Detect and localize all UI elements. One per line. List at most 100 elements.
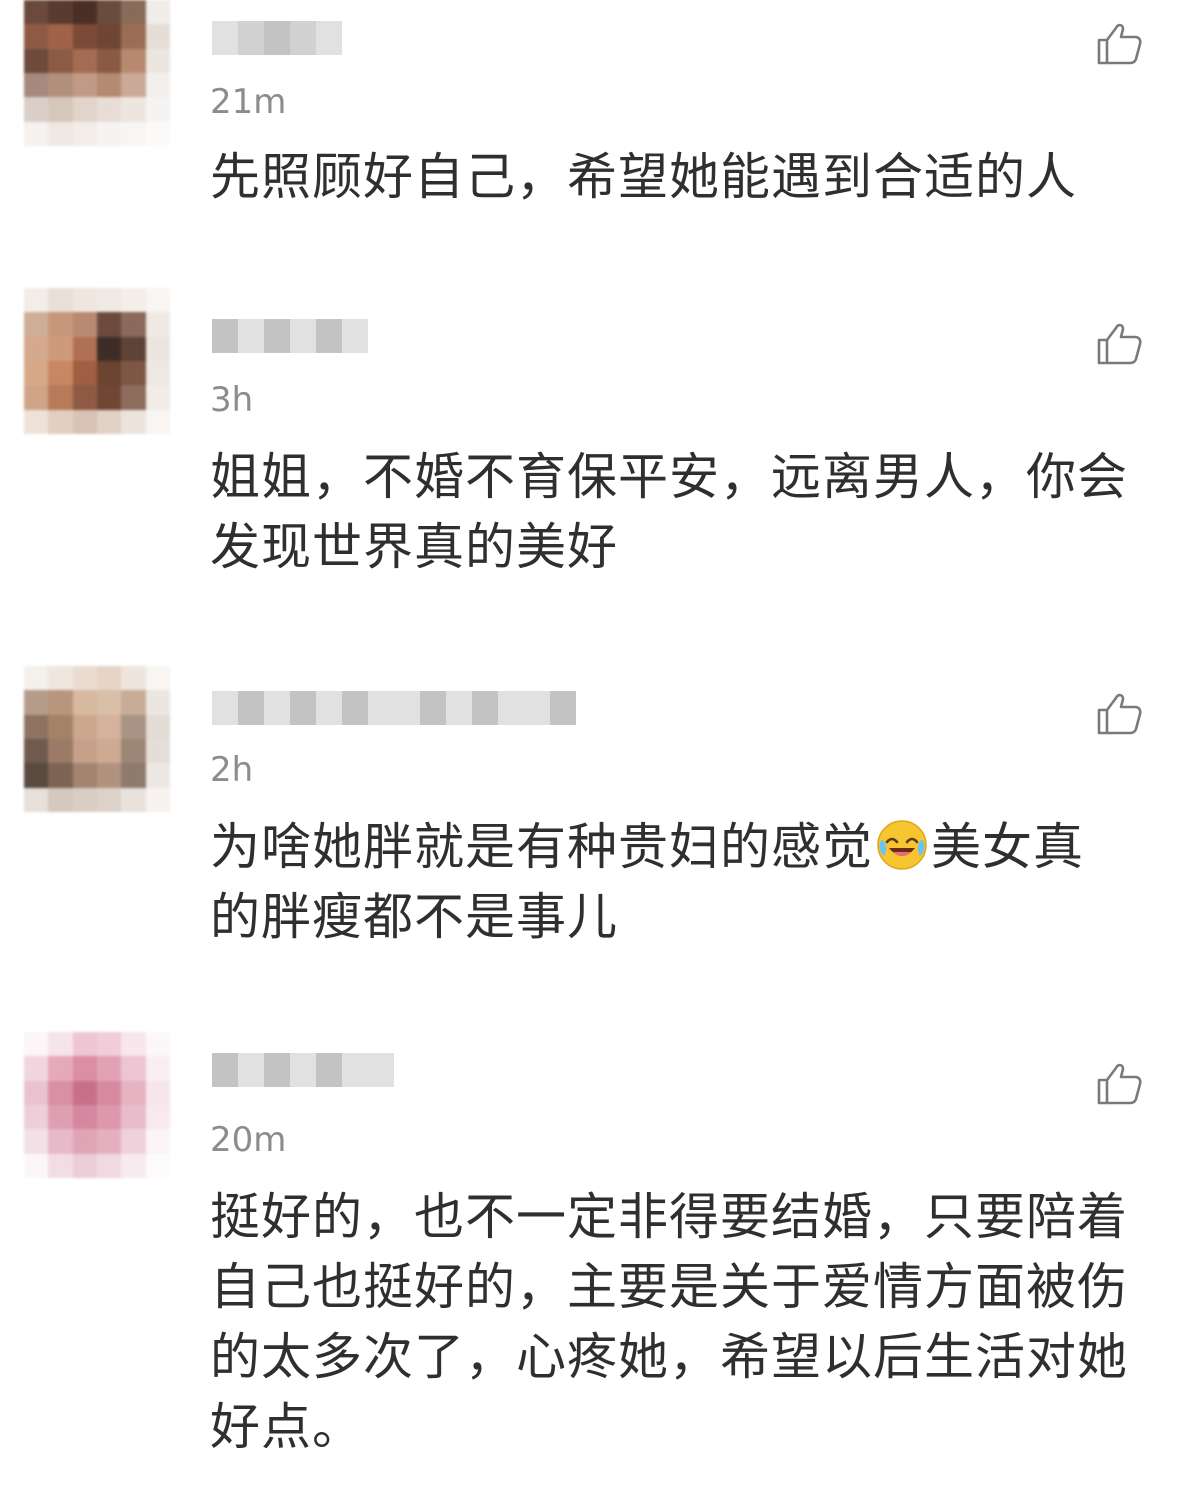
avatar-pixel [145, 763, 170, 788]
avatar-pixel [97, 312, 122, 337]
avatar-pixel [121, 1080, 146, 1105]
like-button[interactable] [1094, 1058, 1144, 1108]
avatar-pixel [72, 1129, 97, 1154]
avatar-pixel [24, 1056, 49, 1081]
avatar-pixel [72, 714, 97, 739]
avatar-pixel [24, 121, 49, 146]
avatar-pixel [97, 1105, 122, 1130]
avatar-pixel [121, 97, 146, 122]
avatar-pixel [97, 121, 122, 146]
avatar-pixel [145, 361, 170, 386]
avatar[interactable] [24, 1032, 170, 1178]
avatar-pixel [24, 690, 49, 715]
avatar-pixel [121, 1129, 146, 1154]
avatar-pixel [24, 1153, 49, 1178]
avatar-pixel [48, 1153, 73, 1178]
avatar-pixel [121, 1105, 146, 1130]
comment-time: 3h [210, 380, 254, 420]
avatar[interactable] [24, 288, 170, 434]
username-redacted[interactable] [212, 686, 576, 730]
like-button[interactable] [1094, 18, 1144, 68]
avatar-pixel [97, 288, 122, 313]
avatar-pixel [121, 666, 146, 691]
avatar-pixel [72, 1080, 97, 1105]
avatar-pixel [145, 1129, 170, 1154]
avatar-pixel [48, 763, 73, 788]
avatar-pixel [121, 385, 146, 410]
avatar-pixel [72, 763, 97, 788]
avatar-pixel [97, 1153, 122, 1178]
avatar-pixel [24, 739, 49, 764]
avatar[interactable] [24, 0, 170, 146]
avatar-pixel [145, 1056, 170, 1081]
avatar-pixel [48, 1056, 73, 1081]
avatar-pixel [145, 288, 170, 313]
avatar-pixel [121, 121, 146, 146]
avatar-pixel [48, 666, 73, 691]
avatar-pixel [72, 361, 97, 386]
like-button[interactable] [1094, 318, 1144, 368]
avatar-pixel [121, 714, 146, 739]
username-redacted[interactable] [212, 314, 368, 358]
avatar-pixel [48, 48, 73, 73]
avatar-pixel [72, 336, 97, 361]
avatar-pixel [121, 1153, 146, 1178]
avatar-pixel [24, 1032, 49, 1057]
avatar-pixel [24, 666, 49, 691]
avatar-pixel [97, 48, 122, 73]
avatar-pixel [24, 288, 49, 313]
avatar-pixel [72, 288, 97, 313]
avatar-pixel [24, 409, 49, 434]
comment-time: 20m [210, 1120, 287, 1160]
avatar-pixel [97, 97, 122, 122]
avatar-pixel [72, 97, 97, 122]
avatar-pixel [48, 361, 73, 386]
avatar-pixel [97, 763, 122, 788]
avatar-pixel [145, 714, 170, 739]
avatar-pixel [97, 1080, 122, 1105]
avatar-pixel [48, 1105, 73, 1130]
avatar-pixel [145, 312, 170, 337]
avatar-pixel [145, 1032, 170, 1057]
avatar-pixel [121, 48, 146, 73]
avatar-pixel [121, 336, 146, 361]
avatar-pixel [145, 48, 170, 73]
avatar-pixel [145, 666, 170, 691]
username-redacted[interactable] [212, 16, 342, 60]
avatar-pixel [24, 97, 49, 122]
avatar-pixel [145, 121, 170, 146]
comment-text: 为啥她胖就是有种贵妇的感觉 美女真 的胖瘦都不是事儿 [210, 818, 1084, 946]
avatar-pixel [48, 97, 73, 122]
avatar-pixel [97, 0, 122, 25]
avatar-pixel [48, 385, 73, 410]
avatar-pixel [24, 361, 49, 386]
avatar-pixel [72, 312, 97, 337]
avatar-pixel [72, 739, 97, 764]
avatar-pixel [145, 739, 170, 764]
avatar-pixel [72, 1032, 97, 1057]
avatar-pixel [97, 361, 122, 386]
laughing-crying-face-icon [875, 818, 929, 872]
avatar-pixel [97, 24, 122, 49]
avatar-pixel [121, 1032, 146, 1057]
avatar-pixel [24, 24, 49, 49]
avatar-pixel [24, 73, 49, 98]
avatar-pixel [97, 1032, 122, 1057]
avatar-pixel [24, 385, 49, 410]
avatar-pixel [121, 288, 146, 313]
avatar-pixel [145, 24, 170, 49]
avatar-pixel [72, 666, 97, 691]
username-redacted[interactable] [212, 1048, 394, 1092]
like-button[interactable] [1094, 688, 1144, 738]
avatar-pixel [145, 336, 170, 361]
avatar-pixel [121, 409, 146, 434]
avatar-pixel [97, 1129, 122, 1154]
avatar-pixel [48, 24, 73, 49]
avatar-pixel [48, 714, 73, 739]
avatar[interactable] [24, 666, 170, 812]
avatar-pixel [121, 73, 146, 98]
avatar-pixel [145, 1080, 170, 1105]
avatar-pixel [97, 1056, 122, 1081]
avatar-pixel [145, 0, 170, 25]
avatar-pixel [97, 409, 122, 434]
